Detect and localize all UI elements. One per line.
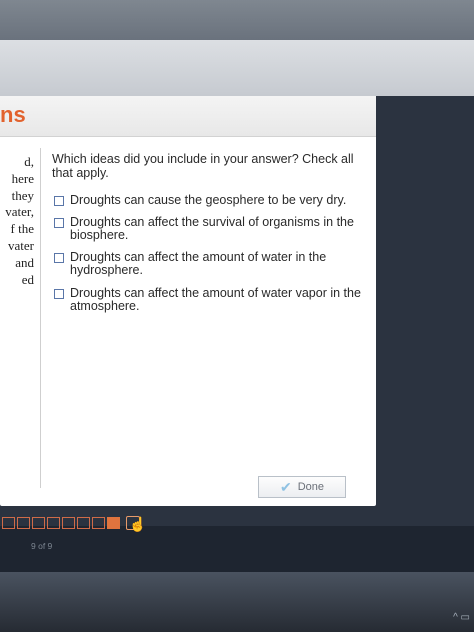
browser-top-bar [0,0,474,40]
option-checkbox[interactable] [54,289,64,299]
progress-tracker: ☝ [2,516,146,532]
option-hydrosphere[interactable]: Droughts can affect the amount of water … [54,251,364,276]
option-label: Droughts can affect the survival of orga… [70,215,354,242]
progress-step[interactable] [2,517,15,529]
option-atmosphere[interactable]: Droughts can affect the amount of water … [54,287,364,312]
taskbar-tray: ^ ▭ [453,612,470,623]
passage-line: they [11,187,34,203]
option-label: Droughts can affect the amount of water … [70,250,327,277]
progress-step[interactable] [77,517,90,529]
option-checkbox[interactable] [54,218,64,228]
passage-line: vater [8,237,34,253]
passage-line: here [11,170,34,186]
passage-line: d, [24,154,34,169]
progress-step-current[interactable]: ☝ [126,516,146,532]
progress-step[interactable] [32,517,45,529]
passage-line: ed [21,271,34,287]
option-biosphere[interactable]: Droughts can affect the survival of orga… [54,216,364,241]
column-divider [40,148,41,488]
passage-line: f the [10,221,34,237]
battery-icon: ▭ [460,612,470,623]
option-geosphere[interactable]: Droughts can cause the geosphere to be v… [54,194,364,207]
done-button[interactable]: ✔ Done [258,476,346,498]
option-label: Droughts can cause the geosphere to be v… [70,193,347,207]
option-checkbox[interactable] [54,196,64,206]
passage-line: vater, [5,204,34,220]
hand-cursor-icon: ☝ [129,516,147,532]
page-count: 9 of 9 [31,541,53,551]
progress-step[interactable] [62,517,75,529]
progress-step[interactable] [92,517,105,529]
checkmark-icon: ✔ [279,479,292,495]
progress-step-complete[interactable] [107,517,120,529]
page-banner [0,40,474,96]
panel-header: ns [0,96,376,137]
question-text: Which ideas did you include in your answ… [52,152,354,180]
chevron-up-icon[interactable]: ^ [453,612,458,623]
passage-fragment: d, here they vater, f the vater and ed [0,154,34,288]
progress-step[interactable] [47,517,60,529]
progress-step[interactable] [17,517,30,529]
passage-line: and [15,254,34,270]
monitor-bezel [0,572,474,632]
option-label: Droughts can affect the amount of water … [70,286,361,313]
option-checkbox[interactable] [54,253,64,263]
done-label: Done [297,481,325,493]
question-panel: ns d, here they vater, f the vater and e… [0,96,376,506]
panel-title: ns [0,102,26,127]
